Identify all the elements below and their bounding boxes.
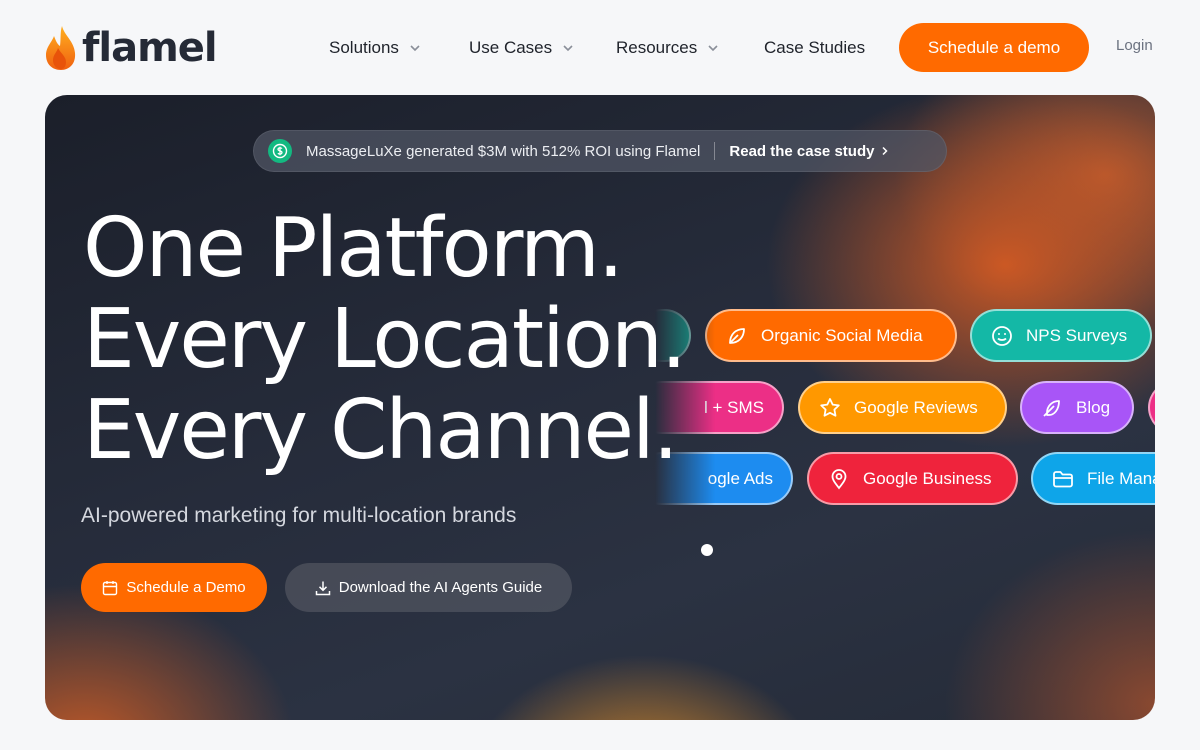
brand-name: flamel — [82, 25, 218, 71]
channel-label: l + SMS — [704, 397, 764, 417]
channel-pill-google-reviews[interactable]: Google Reviews — [798, 381, 1007, 434]
headline-line-3: Every Channel. — [83, 383, 679, 478]
schedule-demo-button[interactable]: Schedule a demo — [899, 23, 1089, 72]
nav-case-studies[interactable]: Case Studies — [764, 34, 865, 62]
channel-label: ogle Ads — [707, 468, 773, 488]
schedule-a-demo-button[interactable]: Schedule a Demo — [81, 563, 267, 612]
folder-icon — [1053, 470, 1073, 487]
download-icon — [315, 581, 330, 595]
nav-use-cases-label: Use Cases — [469, 38, 553, 57]
headline-line-2: Every Location. — [83, 292, 687, 387]
brand-logo[interactable]: flamel — [44, 24, 218, 72]
nav-solutions[interactable]: Solutions — [329, 34, 421, 62]
channel-label: Organic Social Media — [761, 325, 923, 345]
chevron-down-icon — [563, 45, 573, 52]
channel-pill-file-management[interactable]: File Managem — [1031, 452, 1155, 505]
channel-label: File Managem — [1087, 468, 1155, 488]
hero-section: MassageLuXe generated $3M with 512% ROI … — [45, 95, 1155, 720]
channel-pill-email[interactable] — [1148, 381, 1155, 434]
channel-pill-google-business[interactable]: Google Business — [807, 452, 1018, 505]
dollar-icon — [268, 139, 292, 163]
channel-pill-organic-social[interactable]: Organic Social Media — [705, 309, 957, 362]
channel-label: NPS Surveys — [1026, 325, 1128, 345]
chevron-down-icon — [708, 45, 718, 52]
divider — [714, 142, 716, 160]
nav-use-cases[interactable]: Use Cases — [469, 34, 574, 62]
nav-resources[interactable]: Resources — [616, 34, 719, 62]
chevron-down-icon — [410, 45, 420, 52]
read-case-study-label: Read the case study — [729, 142, 875, 160]
schedule-a-demo-label: Schedule a Demo — [126, 579, 246, 596]
channel-label: Google Reviews — [854, 397, 978, 417]
map-pin-icon — [831, 468, 847, 489]
read-case-study-link[interactable]: Read the case study — [729, 143, 890, 160]
leaf-icon — [729, 327, 745, 344]
nav-case-studies-label: Case Studies — [764, 38, 866, 57]
chevron-right-icon — [882, 146, 889, 156]
flame-icon — [46, 26, 76, 70]
channel-label: Blog — [1076, 397, 1111, 417]
feather-icon — [1043, 399, 1060, 417]
announcement-message: MassageLuXe generated $3M with 512% ROI … — [306, 142, 701, 160]
announcement-bar[interactable]: MassageLuXe generated $3M with 512% ROI … — [253, 130, 947, 172]
smile-icon — [992, 325, 1012, 346]
login-link[interactable]: Login — [1116, 37, 1153, 54]
channel-pill-blog[interactable]: Blog — [1020, 381, 1134, 434]
hero-subtitle: AI-powered marketing for multi-location … — [81, 504, 517, 527]
top-nav: flamel Solutions Use Cases Resources Cas… — [0, 0, 1200, 95]
channel-pill-nps[interactable]: NPS Surveys — [970, 309, 1152, 362]
calendar-icon — [103, 580, 118, 595]
cursor-dot — [701, 544, 713, 556]
channel-label: Google Business — [863, 468, 992, 488]
hero-headline: One Platform. Every Location. Every Chan… — [83, 201, 687, 478]
channel-pills: Organic Social Media NPS Surveys l + SMS… — [655, 305, 1155, 510]
star-icon — [820, 397, 840, 417]
headline-line-1: One Platform. — [83, 201, 624, 296]
nav-resources-label: Resources — [616, 38, 698, 57]
download-guide-label: Download the AI Agents Guide — [338, 579, 543, 596]
download-guide-button[interactable]: Download the AI Agents Guide — [285, 563, 572, 612]
nav-solutions-label: Solutions — [329, 38, 399, 57]
